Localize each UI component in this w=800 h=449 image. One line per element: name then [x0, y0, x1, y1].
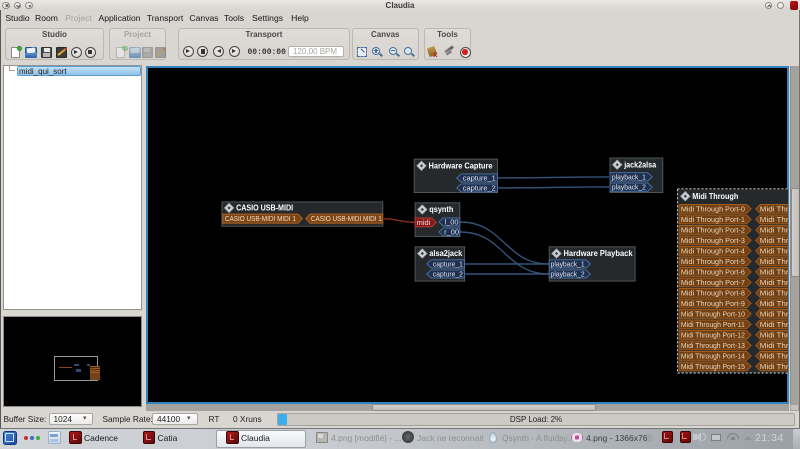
- svg-text:Midi Throug: Midi Throug: [759, 340, 787, 349]
- svg-text:Midi Throug: Midi Throug: [759, 319, 787, 328]
- svg-text:capture_2: capture_2: [432, 269, 462, 278]
- svg-text:r_00: r_00: [444, 227, 459, 236]
- svg-text:Midi Through Port-14: Midi Through Port-14: [680, 351, 744, 360]
- svg-text:jack2alsa: jack2alsa: [623, 160, 656, 169]
- svg-text:Midi Throug: Midi Throug: [759, 246, 787, 255]
- svg-text:Midi Through Port-3: Midi Through Port-3: [680, 235, 744, 244]
- svg-text:CASIO USB-MIDI MIDI 1: CASIO USB-MIDI MIDI 1: [224, 214, 295, 223]
- svg-text:capture_1: capture_1: [432, 259, 462, 268]
- svg-text:Midi Through Port-5: Midi Through Port-5: [680, 256, 744, 265]
- svg-text:Midi Throug: Midi Throug: [759, 256, 787, 265]
- svg-text:l_00: l_00: [444, 217, 458, 226]
- svg-text:Midi Through Port-6: Midi Through Port-6: [680, 267, 744, 276]
- svg-text:Midi Through Port-15: Midi Through Port-15: [680, 361, 744, 370]
- svg-text:Midi Through Port-0: Midi Through Port-0: [680, 204, 744, 213]
- svg-text:Midi Throug: Midi Throug: [759, 361, 787, 370]
- svg-text:Midi Through Port-4: Midi Through Port-4: [680, 246, 744, 255]
- svg-text:Midi Throug: Midi Throug: [759, 330, 787, 339]
- svg-text:Hardware Playback: Hardware Playback: [563, 249, 633, 258]
- svg-text:Midi Through Port-13: Midi Through Port-13: [680, 340, 744, 349]
- svg-text:Midi Through: Midi Through: [692, 191, 738, 200]
- svg-text:Midi Through Port-11: Midi Through Port-11: [680, 319, 744, 328]
- svg-text:Midi Through Port-7: Midi Through Port-7: [680, 277, 744, 286]
- svg-text:Midi Throug: Midi Throug: [759, 288, 787, 297]
- svg-text:Midi Through Port-10: Midi Through Port-10: [680, 309, 744, 318]
- svg-text:Midi Through Port-8: Midi Through Port-8: [680, 288, 744, 297]
- svg-text:CASIO USB-MIDI: CASIO USB-MIDI: [236, 203, 293, 212]
- svg-text:Midi Throug: Midi Throug: [759, 214, 787, 223]
- svg-text:playback_1: playback_1: [550, 259, 584, 268]
- svg-text:Midi Throug: Midi Throug: [759, 277, 787, 286]
- svg-text:Midi Through Port-12: Midi Through Port-12: [680, 330, 744, 339]
- svg-text:capture_1: capture_1: [462, 173, 495, 182]
- svg-text:playback_2: playback_2: [611, 182, 645, 191]
- svg-text:CASIO USB-MIDI MIDI 1: CASIO USB-MIDI MIDI 1: [310, 214, 381, 223]
- svg-text:Midi Throug: Midi Throug: [759, 309, 787, 318]
- svg-text:Midi Through Port-2: Midi Through Port-2: [680, 225, 744, 234]
- svg-text:capture_2: capture_2: [462, 183, 495, 192]
- svg-text:Midi Throug: Midi Throug: [759, 351, 787, 360]
- svg-text:midi: midi: [416, 217, 430, 226]
- svg-text:playback_2: playback_2: [550, 269, 584, 278]
- svg-text:Hardware Capture: Hardware Capture: [428, 161, 493, 170]
- svg-text:alsa2jack: alsa2jack: [429, 249, 463, 258]
- svg-text:Midi Through Port-1: Midi Through Port-1: [680, 214, 744, 223]
- svg-text:Midi Throug: Midi Throug: [759, 298, 787, 307]
- svg-text:Midi Throug: Midi Throug: [759, 225, 787, 234]
- svg-text:Midi Throug: Midi Throug: [759, 267, 787, 276]
- svg-text:Midi Through Port-9: Midi Through Port-9: [680, 298, 744, 307]
- svg-text:Midi Throug: Midi Throug: [759, 235, 787, 244]
- svg-text:Midi Throug: Midi Throug: [759, 204, 787, 213]
- svg-text:qsynth: qsynth: [429, 205, 453, 214]
- svg-text:playback_1: playback_1: [611, 172, 645, 181]
